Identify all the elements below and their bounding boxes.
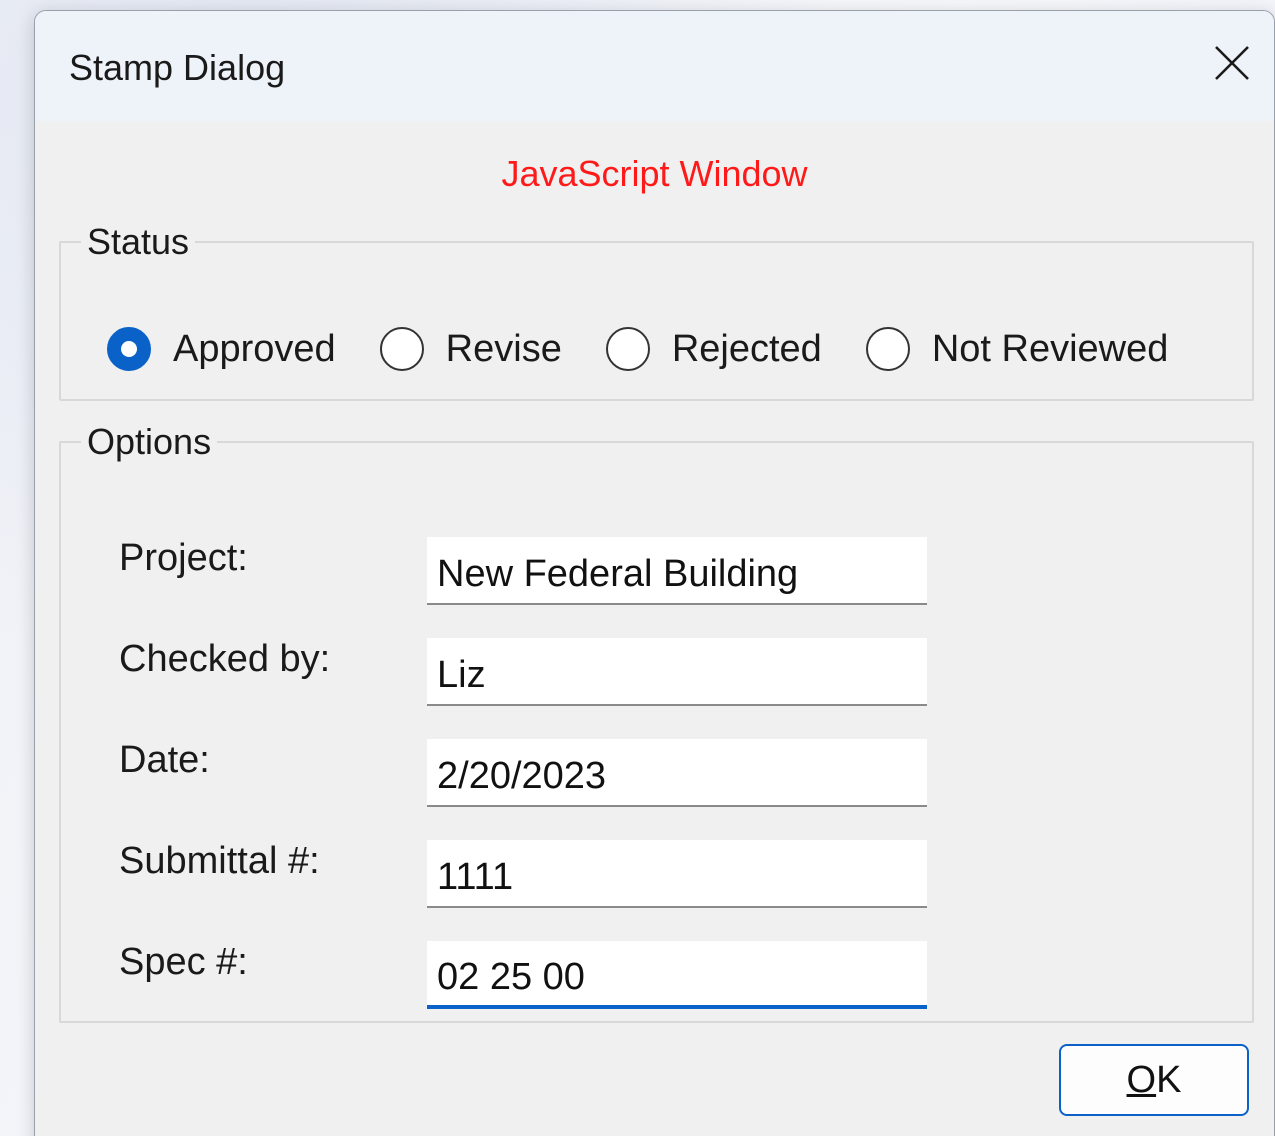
checked-by-field[interactable] [427,638,927,706]
radio-not-reviewed[interactable]: Not Reviewed [865,327,1169,371]
status-legend: Status [87,221,190,262]
status-radio-group: Approved Revise Rejected Not Reviewed [107,327,1212,371]
project-row: Project: [119,537,969,607]
radio-label: Approved [173,327,336,370]
date-label: Date: [119,739,210,781]
ok-mnemonic: O [1126,1058,1157,1101]
stamp-dialog: Stamp Dialog JavaScript Window Status Ap… [34,10,1275,1136]
submittal-row: Submittal #: [119,840,969,910]
checked-by-row: Checked by: [119,638,969,708]
date-field[interactable] [427,739,927,807]
project-field[interactable] [427,537,927,605]
title-bar: Stamp Dialog [35,11,1274,121]
radio-indicator[interactable] [107,327,151,371]
project-label: Project: [119,537,248,579]
options-group: Options Project: Checked by: Date: Submi… [59,421,1254,1023]
close-button[interactable] [1204,35,1260,91]
status-group: Status Approved Revise Rejected Not Revi… [59,221,1254,401]
javascript-window-label: JavaScript Window [501,153,808,194]
radio-revise[interactable]: Revise [379,327,562,371]
spec-field[interactable] [427,941,927,1009]
checked-by-label: Checked by: [119,638,331,680]
submittal-label: Submittal #: [119,840,320,882]
ok-label-rest: K [1156,1058,1182,1101]
radio-label: Not Reviewed [931,327,1169,370]
spec-row: Spec #: [119,941,969,1011]
options-legend: Options [87,421,212,462]
submittal-field[interactable] [427,840,927,908]
radio-indicator[interactable] [605,327,650,371]
radio-label: Revise [445,327,562,370]
dialog-title: Stamp Dialog [69,47,286,88]
radio-rejected[interactable]: Rejected [605,327,822,371]
date-row: Date: [119,739,969,809]
radio-label: Rejected [671,327,822,370]
radio-indicator[interactable] [379,327,424,371]
radio-approved[interactable]: Approved [107,327,336,371]
ok-button[interactable]: OK [1059,1044,1249,1116]
radio-indicator[interactable] [865,327,910,371]
close-icon [1215,46,1249,80]
spec-label: Spec #: [119,941,248,983]
